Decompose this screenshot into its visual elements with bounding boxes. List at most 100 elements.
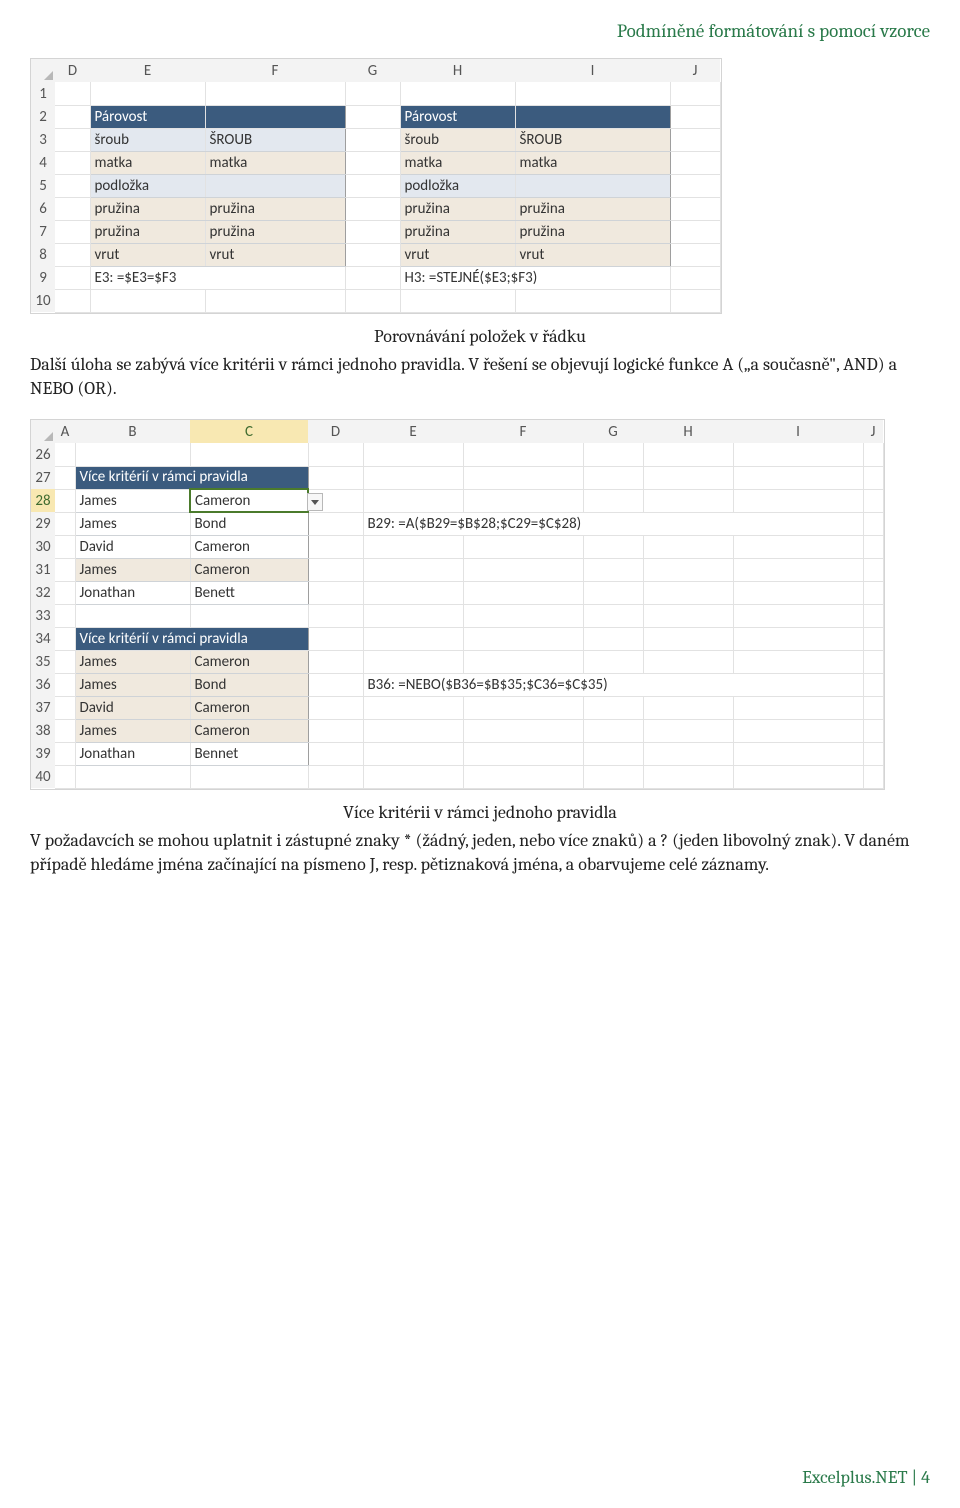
cell: pružina: [90, 220, 205, 243]
page-footer: Excelplus.NET | 4: [30, 1467, 930, 1488]
cell: [308, 604, 363, 627]
cell: [308, 535, 363, 558]
cell: [90, 289, 205, 312]
cell: [643, 489, 733, 512]
cell: [643, 696, 733, 719]
cell: [345, 128, 400, 151]
cell: vrut: [515, 243, 670, 266]
cell: [55, 696, 75, 719]
cell: [308, 512, 363, 535]
select-all-icon: [31, 420, 55, 443]
cell: [363, 535, 463, 558]
paragraph-2: V požadavcích se mohou uplatnit i zástup…: [30, 829, 930, 878]
cell: David: [75, 696, 190, 719]
formula-text: H3: =STEJNÉ($E3;$F3): [400, 266, 670, 289]
cell: Bond: [190, 673, 308, 696]
row-header: 36: [31, 673, 55, 696]
row-header: 6: [31, 197, 55, 220]
cell: [308, 650, 363, 673]
column-header: B: [75, 420, 190, 443]
cell: [733, 765, 863, 788]
cell: vrut: [400, 243, 515, 266]
cell: ŠROUB: [205, 128, 345, 151]
cell: [400, 289, 515, 312]
row-header: 28: [31, 489, 55, 512]
cell: Jonathan: [75, 581, 190, 604]
cell: Cameron: [190, 696, 308, 719]
cell: [55, 489, 75, 512]
cell: [863, 581, 883, 604]
row-header: 32: [31, 581, 55, 604]
cell: [643, 765, 733, 788]
cell: [363, 581, 463, 604]
cell: [55, 197, 90, 220]
cell: [190, 765, 308, 788]
spreadsheet-parovost: DEFGHIJ12PárovostPárovost3šroubŠROUBšrou…: [30, 58, 722, 314]
cell: [733, 581, 863, 604]
cell: [670, 220, 720, 243]
cell: [583, 558, 643, 581]
paragraph-1: Další úloha se zabývá více kritérii v rá…: [30, 353, 930, 402]
cell: [55, 512, 75, 535]
cell: [733, 535, 863, 558]
cell: [863, 765, 883, 788]
cell: pružina: [400, 220, 515, 243]
cell: [345, 174, 400, 197]
cell: James: [75, 558, 190, 581]
cell: [863, 466, 883, 489]
row-header: 1: [31, 82, 55, 105]
row-header: 8: [31, 243, 55, 266]
cell: [863, 673, 883, 696]
row-header: 30: [31, 535, 55, 558]
row-header: 29: [31, 512, 55, 535]
cell: [55, 174, 90, 197]
cell: [643, 719, 733, 742]
cell: [75, 604, 190, 627]
cell: [583, 719, 643, 742]
cell: [463, 489, 583, 512]
formula-text: B36: =NEBO($B36=$B$35;$C36=$C$35): [363, 673, 863, 696]
cell: [55, 266, 90, 289]
cell: podložka: [400, 174, 515, 197]
column-header: F: [463, 420, 583, 443]
cell: [363, 627, 463, 650]
cell: [205, 105, 345, 128]
column-header: G: [583, 420, 643, 443]
cell: [670, 243, 720, 266]
cell: [205, 174, 345, 197]
cell: [190, 604, 308, 627]
cell: [583, 466, 643, 489]
column-header: H: [643, 420, 733, 443]
cell: [363, 742, 463, 765]
cell: [583, 489, 643, 512]
active-cell: Cameron: [190, 489, 308, 512]
cell: matka: [400, 151, 515, 174]
cell: [308, 742, 363, 765]
cell: [90, 82, 205, 105]
cell: [643, 650, 733, 673]
cell: James: [75, 673, 190, 696]
select-all-icon: [31, 59, 55, 82]
cell: James: [75, 650, 190, 673]
row-header: 34: [31, 627, 55, 650]
row-header: 3: [31, 128, 55, 151]
row-header: 40: [31, 765, 55, 788]
page-header: Podmíněné formátování s pomocí vzorce: [30, 20, 930, 42]
cell: [308, 696, 363, 719]
cell: [670, 289, 720, 312]
cell: [463, 696, 583, 719]
cell: [863, 742, 883, 765]
cell: [363, 650, 463, 673]
cell: [643, 466, 733, 489]
cell: [308, 443, 363, 466]
cell: [345, 105, 400, 128]
cell: [345, 151, 400, 174]
cell: [643, 558, 733, 581]
cell: [583, 765, 643, 788]
column-header: J: [863, 420, 883, 443]
column-header: C: [190, 420, 308, 443]
cell: [55, 581, 75, 604]
cell: [55, 466, 75, 489]
cell: [515, 105, 670, 128]
cell: [463, 765, 583, 788]
